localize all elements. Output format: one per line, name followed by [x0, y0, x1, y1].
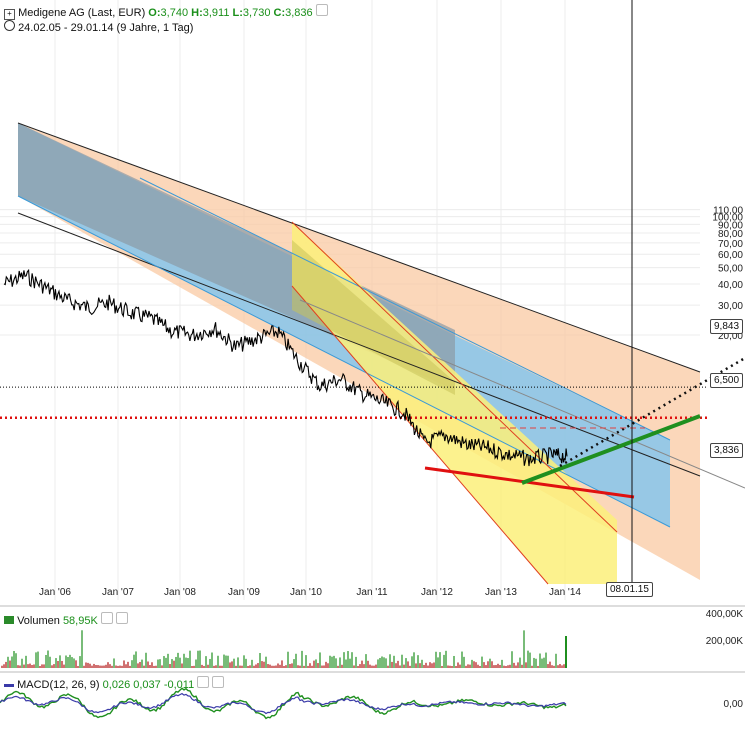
- price-tick-label: 30,00: [718, 301, 743, 312]
- volume-pane: [1, 630, 567, 668]
- close-value: 3,836: [285, 7, 313, 19]
- settings-icon[interactable]: [315, 4, 328, 16]
- macd-tick-0: 0,00: [723, 699, 743, 710]
- high-value: 3,911: [202, 7, 230, 19]
- time-tick-label: Jan '13: [485, 587, 517, 598]
- macd-value-1: 0,026: [102, 679, 131, 691]
- settings-icon[interactable]: [197, 676, 210, 688]
- close-icon[interactable]: [115, 612, 128, 624]
- time-tick-label: Jan '14: [549, 587, 581, 598]
- settings-icon[interactable]: [100, 612, 113, 624]
- time-tick-label: Jan '10: [290, 587, 322, 598]
- volume-tick-200: 200,00K: [705, 636, 743, 647]
- level-label-6500: 6,500: [710, 373, 744, 388]
- low-value: 3,730: [242, 7, 271, 19]
- clock-icon: [4, 20, 15, 31]
- time-tick-label: Jan '06: [39, 587, 71, 598]
- price-tick-label: 60,00: [718, 250, 743, 261]
- chart-header: + Medigene AG (Last, EUR) O:3,740 H:3,91…: [4, 4, 328, 20]
- volume-value: 58,95K: [62, 615, 98, 627]
- plus-icon[interactable]: +: [4, 9, 15, 20]
- macd-value-3: -0,011: [163, 679, 195, 691]
- volume-legend-icon: [4, 616, 14, 624]
- cursor-date-label: 08.01.15: [606, 582, 653, 597]
- price-tick-label: 70,00: [718, 239, 743, 250]
- close-icon[interactable]: [212, 676, 225, 688]
- macd-pane: [0, 687, 567, 720]
- level-label-9843: 9,843: [710, 319, 744, 334]
- price-tick-label: 40,00: [718, 280, 743, 291]
- time-tick-label: Jan '09: [228, 587, 260, 598]
- time-tick-label: Jan '11: [356, 587, 388, 598]
- open-value: 3,740: [160, 7, 189, 19]
- date-range: 24.02.05 - 29.01.14 (9 Jahre, 1 Tag): [4, 20, 193, 34]
- macd-value-2: 0,037: [133, 679, 161, 691]
- time-tick-label: Jan '07: [102, 587, 134, 598]
- trend-channels: [17, 122, 745, 585]
- time-tick-label: Jan '12: [421, 587, 453, 598]
- volume-tick-400: 400,00K: [705, 609, 743, 620]
- volume-header: Volumen 58,95K: [4, 612, 128, 627]
- price-tick-label: 50,00: [718, 264, 743, 275]
- time-axis: Jan '06 Jan '07 Jan '08 Jan '09 Jan '10 Jan '…: [39, 587, 581, 598]
- macd-legend-icon: [4, 683, 14, 687]
- macd-header: MACD(12, 26, 9) 0,026 0,037 -0,011: [4, 676, 225, 691]
- time-tick-label: Jan '08: [164, 587, 196, 598]
- level-label-3836: 3,836: [710, 443, 744, 458]
- instrument-title: Medigene AG (Last, EUR): [18, 7, 146, 19]
- chart-canvas: Jan '06 Jan '07 Jan '08 Jan '09 Jan '10 Jan '…: [0, 0, 745, 720]
